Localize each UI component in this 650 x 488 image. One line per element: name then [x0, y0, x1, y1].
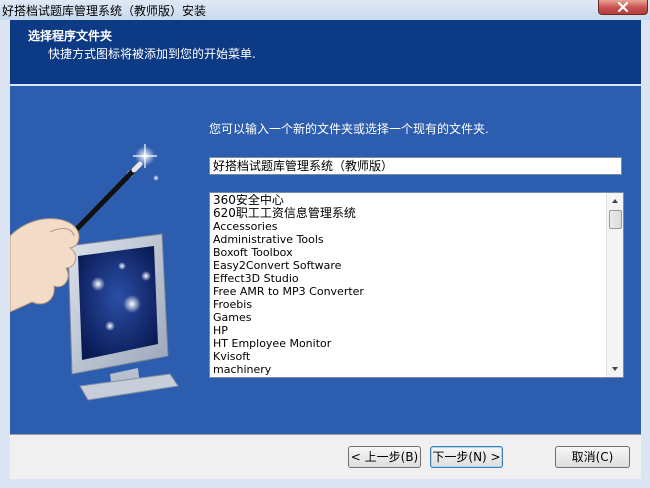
folder-list-item[interactable]: Free AMR to MP3 Converter: [213, 285, 605, 298]
magic-wand: [67, 161, 143, 239]
window-title: 好搭档试题库管理系统（教师版）安装: [2, 4, 207, 18]
folder-list-item[interactable]: Administrative Tools: [213, 233, 605, 246]
back-button[interactable]: < 上一步(B): [348, 446, 421, 468]
scrollbar-thumb[interactable]: [609, 210, 622, 229]
folder-list-scrollbar[interactable]: [606, 193, 623, 377]
title-bar[interactable]: 好搭档试题库管理系统（教师版）安装: [0, 0, 650, 20]
folder-list-item[interactable]: machinery: [213, 363, 605, 376]
close-icon: [617, 2, 629, 12]
wizard-header: 选择程序文件夹 快捷方式图标将被添加到您的开始菜单.: [10, 20, 641, 84]
close-button[interactable]: [598, 0, 648, 15]
folder-list-item[interactable]: Kvisoft: [213, 350, 605, 363]
hand: [10, 218, 80, 313]
folder-list-item[interactable]: Boxoft Toolbox: [213, 246, 605, 259]
magic-wand-computer-illustration: [10, 144, 179, 401]
folder-list-item[interactable]: HT Employee Monitor: [213, 337, 605, 350]
scroll-up-button[interactable]: [607, 193, 623, 209]
scroll-down-button[interactable]: [607, 361, 623, 377]
folder-list-item[interactable]: Effect3D Studio: [213, 272, 605, 285]
folder-list-item[interactable]: Games: [213, 311, 605, 324]
folder-list-item[interactable]: 360安全中心: [213, 194, 605, 207]
scroll-down-icon: [612, 367, 618, 371]
cancel-button[interactable]: 取消(C): [555, 446, 630, 468]
folder-list-item[interactable]: Easy2Convert Software: [213, 259, 605, 272]
computer-monitor: [67, 233, 179, 401]
folder-list-items: 360安全中心 620职工工资信息管理系统 Accessories Administr…: [213, 194, 605, 376]
folder-list-item[interactable]: HP: [213, 324, 605, 337]
header-subtitle: 快捷方式图标将被添加到您的开始菜单.: [48, 47, 256, 61]
instruction-text: 您可以输入一个新的文件夹或选择一个现有的文件夹.: [209, 122, 489, 136]
wizard-panel: 您可以输入一个新的文件夹或选择一个现有的文件夹. 好搭档试题库管理系统（教师版）…: [10, 86, 641, 434]
folder-list-item[interactable]: Froebis: [213, 298, 605, 311]
folder-list-item[interactable]: 620职工工资信息管理系统: [213, 207, 605, 220]
next-button[interactable]: 下一步(N) >: [430, 446, 503, 468]
button-bar: < 上一步(B) 下一步(N) > 取消(C): [10, 434, 641, 479]
scroll-up-icon: [612, 199, 618, 203]
existing-folders-list[interactable]: 360安全中心 620职工工资信息管理系统 Accessories Administr…: [209, 192, 624, 378]
header-title: 选择程序文件夹: [28, 29, 113, 43]
folder-list-item[interactable]: Accessories: [213, 220, 605, 233]
program-folder-input[interactable]: 好搭档试题库管理系统（教师版）: [209, 157, 622, 175]
